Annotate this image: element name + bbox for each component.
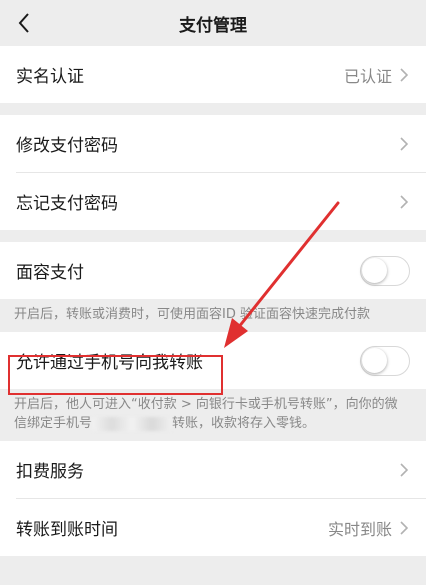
deduction-row[interactable]: 扣费服务 xyxy=(0,441,426,498)
service-group: 扣费服务 转账到账时间 实时到账 xyxy=(0,441,426,556)
back-button[interactable] xyxy=(12,10,36,36)
face-pay-toggle[interactable] xyxy=(360,255,410,286)
realname-row[interactable]: 实名认证 已认证 xyxy=(0,46,426,103)
blurred-phone-number xyxy=(92,416,173,431)
chevron-right-icon xyxy=(400,520,410,536)
realname-group: 实名认证 已认证 xyxy=(0,46,426,103)
phone-transfer-description: 开启后，他人可进入“收付款 > 向银行卡或手机号转账”，向你的微信绑定手机号 转账… xyxy=(0,389,426,441)
arrival-time-value: 实时到账 xyxy=(327,519,392,539)
phone-transfer-desc-b: 转账，收款将存入零钱。 xyxy=(172,416,316,431)
arrival-time-row[interactable]: 转账到账时间 实时到账 xyxy=(0,499,426,556)
section-gap xyxy=(0,230,426,242)
toggle-knob xyxy=(362,257,387,283)
chevron-right-icon xyxy=(400,462,410,478)
page-title: 支付管理 xyxy=(179,15,247,36)
forgot-password-row[interactable]: 忘记支付密码 xyxy=(0,173,426,230)
section-gap xyxy=(0,103,426,115)
toggle-knob xyxy=(362,347,387,373)
chevron-right-icon xyxy=(400,67,410,83)
highlight-box xyxy=(8,355,223,395)
arrival-time-label: 转账到账时间 xyxy=(16,520,118,540)
face-pay-label: 面容支付 xyxy=(16,263,84,283)
realname-label: 实名认证 xyxy=(16,67,84,87)
nav-bar: 支付管理 xyxy=(0,0,426,46)
chevron-left-icon xyxy=(18,13,29,33)
phone-transfer-toggle[interactable] xyxy=(360,345,410,376)
change-password-label: 修改支付密码 xyxy=(16,136,118,156)
chevron-right-icon xyxy=(400,136,410,152)
deduction-label: 扣费服务 xyxy=(16,462,84,482)
face-pay-description: 开启后，转账或消费时，可使用面容ID 验证面容快速完成付款 xyxy=(0,299,426,332)
password-group: 修改支付密码 忘记支付密码 xyxy=(0,115,426,230)
face-pay-row: 面容支付 xyxy=(0,242,426,299)
change-password-row[interactable]: 修改支付密码 xyxy=(0,115,426,172)
chevron-right-icon xyxy=(400,194,410,210)
face-pay-group: 面容支付 xyxy=(0,242,426,299)
realname-status: 已认证 xyxy=(343,66,392,86)
forgot-password-label: 忘记支付密码 xyxy=(16,194,118,214)
